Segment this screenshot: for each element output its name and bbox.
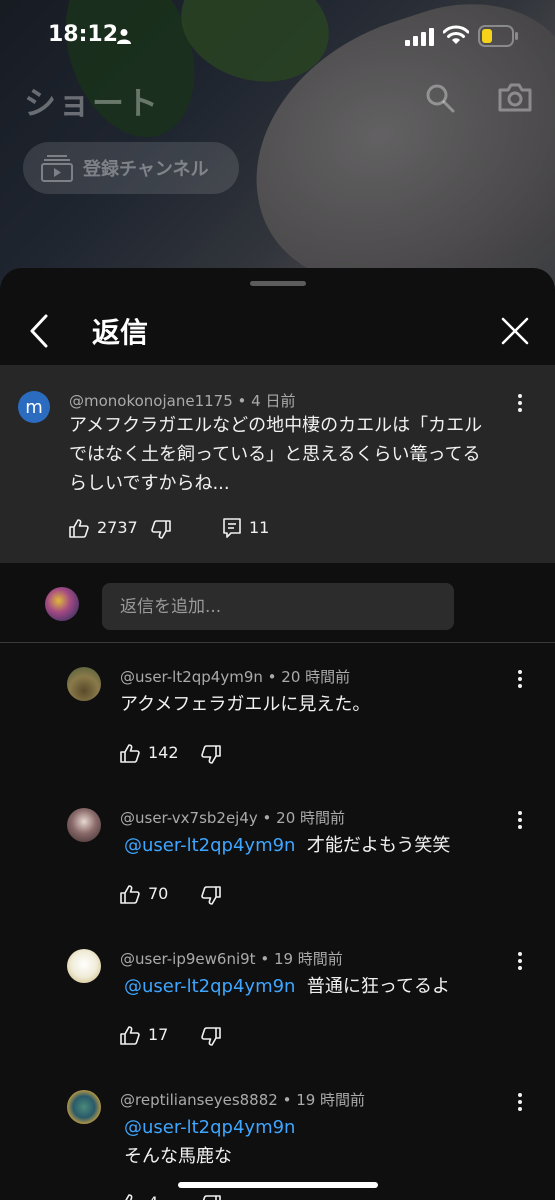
- comment-text: @user-lt2qp4ym9n 才能だよもう笑笑: [124, 831, 450, 860]
- like-icon[interactable]: [120, 884, 140, 904]
- status-time: 18:12: [48, 22, 119, 47]
- comment-age: 20 時間前: [281, 668, 351, 686]
- avatar[interactable]: [67, 949, 101, 983]
- like-count: 2737: [97, 518, 138, 537]
- avatar[interactable]: [67, 1090, 101, 1124]
- camera-icon[interactable]: [498, 82, 532, 112]
- comment-text: @user-lt2qp4ym9n 普通に狂ってるよ: [124, 972, 450, 1001]
- home-indicator[interactable]: [178, 1182, 378, 1188]
- comment-author[interactable]: @user-lt2qp4ym9n: [120, 668, 263, 686]
- status-bar: 18:12: [0, 0, 555, 70]
- mention-link[interactable]: @user-lt2qp4ym9n: [124, 835, 295, 856]
- search-icon[interactable]: [425, 83, 455, 113]
- replies-icon[interactable]: [223, 518, 241, 538]
- comment-author[interactable]: @user-ip9ew6ni9t: [120, 950, 256, 968]
- subscriptions-chip[interactable]: 登録チャンネル: [23, 142, 239, 194]
- dislike-icon[interactable]: [201, 1195, 221, 1200]
- replies-sheet: 返信 m @monokonojane1175 • 4 日前 アメフクラガエルなど…: [0, 268, 555, 1200]
- cellular-signal-icon: [405, 28, 434, 46]
- more-options-icon[interactable]: [515, 1093, 525, 1114]
- comment-age: 4 日前: [251, 392, 296, 410]
- more-options-icon[interactable]: [515, 670, 525, 691]
- avatar: [45, 587, 79, 621]
- like-count: 142: [148, 743, 179, 762]
- mention-link[interactable]: @user-lt2qp4ym9n: [124, 976, 295, 997]
- reply-count: 11: [249, 518, 270, 537]
- dislike-icon[interactable]: [201, 1027, 221, 1047]
- dislike-icon[interactable]: [201, 886, 221, 906]
- comment-text: アメフクラガエルなどの地中棲のカエルは「カエル ではなく土を飼っている」と思える…: [69, 411, 482, 498]
- comment-text-line: ではなく土を飼っている」と思えるくらい篭ってる: [69, 444, 481, 465]
- comment-meta: @monokonojane1175 • 4 日前: [69, 392, 296, 410]
- like-icon[interactable]: [120, 1193, 140, 1200]
- comment-meta: @user-lt2qp4ym9n • 20 時間前: [120, 668, 351, 686]
- comment-text: アクメフェラガエルに見えた。: [120, 694, 371, 715]
- more-options-icon[interactable]: [515, 394, 525, 415]
- comment-age: 19 時間前: [273, 950, 343, 968]
- like-count: 17: [148, 1025, 169, 1044]
- comment-text: @user-lt2qp4ym9n そんな馬鹿な: [124, 1113, 295, 1171]
- avatar[interactable]: m: [18, 391, 50, 423]
- parent-comment: m @monokonojane1175 • 4 日前 アメフクラガエルなどの地中…: [0, 365, 555, 563]
- comment-age: 19 時間前: [296, 1091, 366, 1109]
- more-options-icon[interactable]: [515, 811, 525, 832]
- comment-author[interactable]: @user-vx7sb2ej4y: [120, 809, 258, 827]
- avatar[interactable]: [67, 808, 101, 842]
- dislike-icon[interactable]: [151, 520, 171, 540]
- back-arrow-icon[interactable]: [28, 314, 50, 348]
- like-icon[interactable]: [69, 518, 89, 538]
- like-icon[interactable]: [120, 743, 140, 763]
- person-icon: [117, 29, 131, 44]
- subscriptions-icon: [41, 155, 73, 182]
- sheet-title: 返信: [92, 316, 149, 349]
- dislike-icon[interactable]: [201, 745, 221, 765]
- avatar[interactable]: [67, 667, 101, 701]
- close-icon[interactable]: [500, 316, 530, 346]
- shorts-title: ショート: [24, 84, 161, 122]
- comment-text-body: 普通に狂ってるよ: [306, 976, 451, 997]
- more-options-icon[interactable]: [515, 952, 525, 973]
- reply-input[interactable]: [102, 583, 454, 630]
- like-icon[interactable]: [120, 1025, 140, 1045]
- comment-author[interactable]: @reptilianseyes8882: [120, 1091, 278, 1109]
- wifi-icon: [443, 25, 469, 44]
- comment-meta: @user-ip9ew6ni9t • 19 時間前: [120, 950, 343, 968]
- comment-author[interactable]: @monokonojane1175: [69, 392, 233, 410]
- comment-text-body: 才能だよもう笑笑: [306, 835, 451, 856]
- comment-text-line: らしいですからね...: [69, 473, 230, 494]
- comment-meta: @reptilianseyes8882 • 19 時間前: [120, 1091, 366, 1109]
- mention-link[interactable]: @user-lt2qp4ym9n: [124, 1113, 295, 1142]
- like-count: 4: [148, 1193, 158, 1200]
- comment-age: 20 時間前: [276, 809, 346, 827]
- comment-text-body: そんな馬鹿な: [124, 1146, 232, 1167]
- battery-icon: [478, 25, 518, 47]
- like-count: 70: [148, 884, 169, 903]
- sheet-drag-handle[interactable]: [250, 281, 306, 286]
- comment-text-line: アメフクラガエルなどの地中棲のカエルは「カエル: [69, 415, 483, 436]
- subscriptions-chip-label: 登録チャンネル: [83, 159, 209, 180]
- comment-meta: @user-vx7sb2ej4y • 20 時間前: [120, 809, 346, 827]
